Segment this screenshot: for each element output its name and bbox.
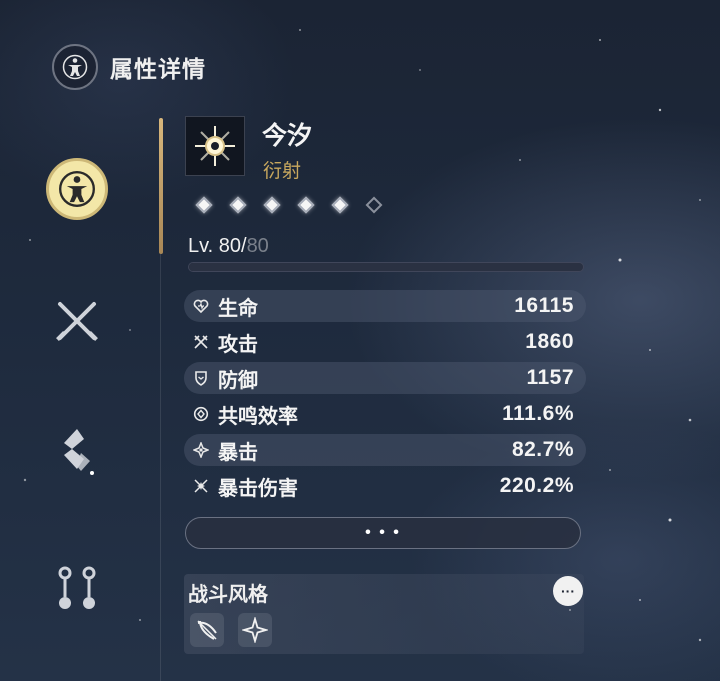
stat-value: 82.7% (511, 438, 574, 461)
stat-row-hp: 生命 16115 (184, 290, 586, 322)
combat-style-more-button[interactable]: ··· (553, 576, 583, 606)
sequence-nodes (195, 196, 383, 214)
sequence-node-1 (195, 196, 213, 214)
sequence-node-4 (297, 196, 315, 214)
stat-value: 1157 (526, 366, 574, 389)
stat-label: 生命 (218, 297, 258, 320)
active-tab-indicator (159, 118, 163, 254)
stat-row-crit-damage: 暴击伤害 220.2% (184, 470, 586, 502)
stat-value: 16115 (514, 294, 574, 317)
sidebar-item-attributes[interactable] (46, 158, 108, 220)
stat-label: 暴击 (218, 441, 258, 464)
level-max: 80 (246, 235, 269, 257)
character-attribute: 衍射 (263, 161, 302, 182)
stat-row-def: 防御 1157 (184, 362, 586, 394)
stat-label: 暴击伤害 (218, 477, 298, 500)
level-progress-bar (188, 262, 584, 272)
stat-label: 防御 (218, 369, 258, 392)
crossed-swords-icon (56, 302, 98, 341)
sequence-node-5 (331, 196, 349, 214)
level-current: Lv. 80/ (188, 235, 247, 257)
star-burst-icon[interactable] (238, 613, 272, 647)
sidebar-item-echo[interactable] (46, 422, 108, 484)
stat-label: 攻击 (218, 333, 258, 356)
more-stats-button[interactable]: • • • (185, 517, 581, 549)
level-label: Lv. 80/80 (188, 235, 269, 258)
stat-row-energy-regen: 共鸣效率 111.6% (184, 398, 586, 430)
heart-icon (192, 297, 210, 315)
energy-regen-icon (192, 405, 210, 423)
sequence-node-2 (229, 196, 247, 214)
page-title: 属性详情 (110, 56, 206, 82)
stat-row-atk: 攻击 1860 (184, 326, 586, 358)
bow-icon[interactable] (190, 613, 224, 647)
shield-icon (192, 369, 210, 387)
panel-divider (160, 254, 161, 681)
sequence-node-6 (365, 196, 383, 214)
spectro-sun-icon (195, 126, 235, 166)
echo-icon (64, 429, 94, 475)
skill-tree-icon (58, 566, 96, 609)
character-element-badge (185, 116, 245, 176)
stat-label: 共鸣效率 (218, 405, 298, 428)
page-header: 属性详情 (52, 44, 206, 90)
crit-rate-icon (192, 441, 210, 459)
attack-icon (192, 333, 210, 351)
stat-value: 1860 (525, 330, 574, 353)
character-name: 今汐 (262, 122, 313, 150)
stat-row-crit-rate: 暴击 82.7% (184, 434, 586, 466)
combat-style-title: 战斗风格 (188, 584, 268, 606)
stat-value: 220.2% (499, 474, 574, 497)
sequence-node-3 (263, 196, 281, 214)
sidebar-item-weapon[interactable] (46, 290, 108, 352)
sidebar-item-forte[interactable] (46, 558, 108, 620)
crit-damage-icon (192, 477, 210, 495)
vitruvian-man-icon (52, 44, 98, 90)
stat-value: 111.6% (502, 402, 574, 425)
vitruvian-man-icon (59, 171, 95, 207)
